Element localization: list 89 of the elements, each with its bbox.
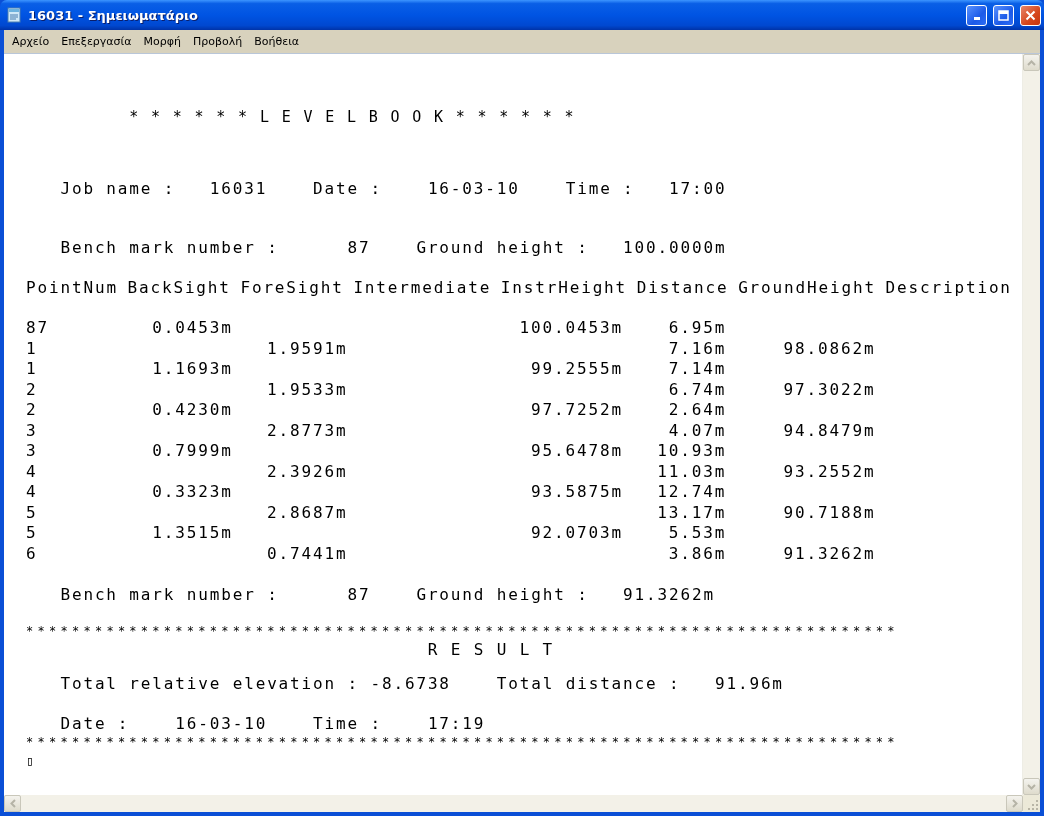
table-cell: 4.07m [668,420,727,441]
table-cell: 91.3262m [783,543,876,564]
table-cell: 0.0453m [152,318,233,339]
column-header: Intermediate [353,278,492,298]
table-cell: 12.74m [657,482,727,503]
table-cell: 2.8687m [267,502,348,523]
table-cell: 97.7252m [531,400,623,421]
text-cursor: ▯ [26,752,36,770]
table-cell: 11.03m [657,461,727,482]
minimize-icon [973,16,980,20]
table-cell: 6 [26,543,38,564]
table-cell: 2 [26,400,38,421]
table-cell: 87 [26,318,49,339]
table-cell: 1 [26,338,38,359]
table-cell: 2.64m [668,400,727,421]
table-cell: 90.7188m [783,502,876,523]
table-cell: 92.0703m [531,523,623,544]
table-cell: 0.3323m [152,482,233,503]
table-cell: 4 [26,482,38,503]
table-cell: 6.95m [668,318,727,339]
table-cell: 100.0453m [519,318,623,339]
table-cell: 2.8773m [267,420,348,441]
column-header: GroundHeight [738,278,876,298]
notepad-icon [6,7,22,23]
table-cell: 5 [26,523,38,544]
table-cell: 7.14m [668,359,727,380]
chevron-up-icon [1027,59,1036,66]
table-cell: 13.17m [657,502,727,523]
text-line: Total relative elevation : -8.6738 Total distance : 91.96m [60,674,784,694]
text-line: Bench mark number : 87 Ground height : 91.3262m [60,585,715,605]
menu-item[interactable]: Επεξεργασία [55,33,138,50]
table-cell: 3 [26,441,38,462]
table-cell: 1.1693m [152,359,233,380]
window-title: 16031 - Σημειωματάριο [28,7,199,23]
table-cell: 97.3022m [783,379,876,400]
text-line: Bench mark number : 87 Ground height : 100.0000m [60,238,727,258]
maximize-button[interactable] [993,4,1014,26]
table-cell: 7.16m [668,338,727,359]
minimize-button[interactable] [966,4,987,26]
table-cell: 10.93m [657,441,727,462]
text-line: Job name : 16031 Date : 16-03-10 Time : 17:00 [60,179,727,199]
menu-item[interactable]: Βοήθεια [248,33,306,50]
table-cell: 6.74m [668,379,727,400]
table-cell: 1.9533m [267,379,348,400]
table-cell: 5.53m [668,523,727,544]
vertical-scrollbar[interactable] [1022,54,1040,795]
separator-line: **************************************************************************** [26,623,899,640]
column-header: Description [885,278,1012,298]
horizontal-scrollbar[interactable] [4,795,1023,812]
table-cell: 93.2552m [783,461,876,482]
table-cell: 1 [26,359,38,380]
section-heading: R E S U L T [427,640,555,660]
menu-item[interactable]: Αρχείο [6,33,56,50]
chevron-down-icon [1027,783,1036,790]
table-cell: 4 [26,461,38,482]
document-heading: * * * * * * L E V E L B O O K * * * * * * [129,107,576,127]
column-header: InstrHeight [500,278,628,298]
table-cell: 93.5875m [531,482,623,503]
separator-line: **************************************************************************** [26,734,899,751]
maximize-icon [998,9,1009,21]
column-header: BackSight [127,278,231,298]
table-cell: 98.0862m [783,338,876,359]
scroll-up-button[interactable] [1023,54,1040,71]
column-header: Distance [636,278,729,298]
scroll-left-button[interactable] [4,795,21,812]
table-cell: 94.8479m [783,420,876,441]
scroll-down-button[interactable] [1023,778,1040,795]
table-cell: 2 [26,379,38,400]
table-cell: 1.9591m [267,338,348,359]
chevron-left-icon [9,799,16,808]
chevron-right-icon [1011,799,1018,808]
text-line: Date : 16-03-10 Time : 17:19 [60,714,486,734]
table-cell: 3 [26,420,38,441]
table-cell: 0.4230m [152,400,233,421]
table-cell: 99.2555m [531,359,623,380]
table-cell: 3.86m [668,543,727,564]
scroll-right-button[interactable] [1006,795,1023,812]
table-cell: 2.3926m [267,461,348,482]
table-cell: 0.7441m [267,543,348,564]
close-icon [1025,9,1036,21]
menu-item[interactable]: Μορφή [137,33,187,50]
close-button[interactable] [1020,4,1041,26]
table-cell: 1.3515m [152,523,233,544]
table-cell: 0.7999m [152,441,233,462]
table-cell: 95.6478m [531,441,623,462]
column-header: ForeSight [240,278,344,298]
table-cell: 5 [26,502,38,523]
menu-item[interactable]: Προβολή [187,33,249,50]
column-header: PointNum [26,278,118,298]
